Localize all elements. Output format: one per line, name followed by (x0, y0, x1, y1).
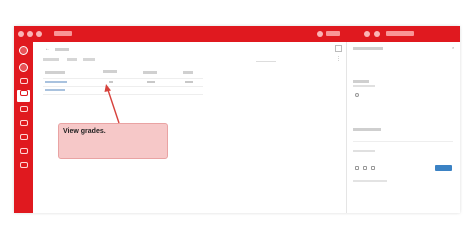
callout-arrow (104, 84, 120, 124)
browser-screenshot-frame: ← ⋮ × View grades. (14, 26, 460, 213)
